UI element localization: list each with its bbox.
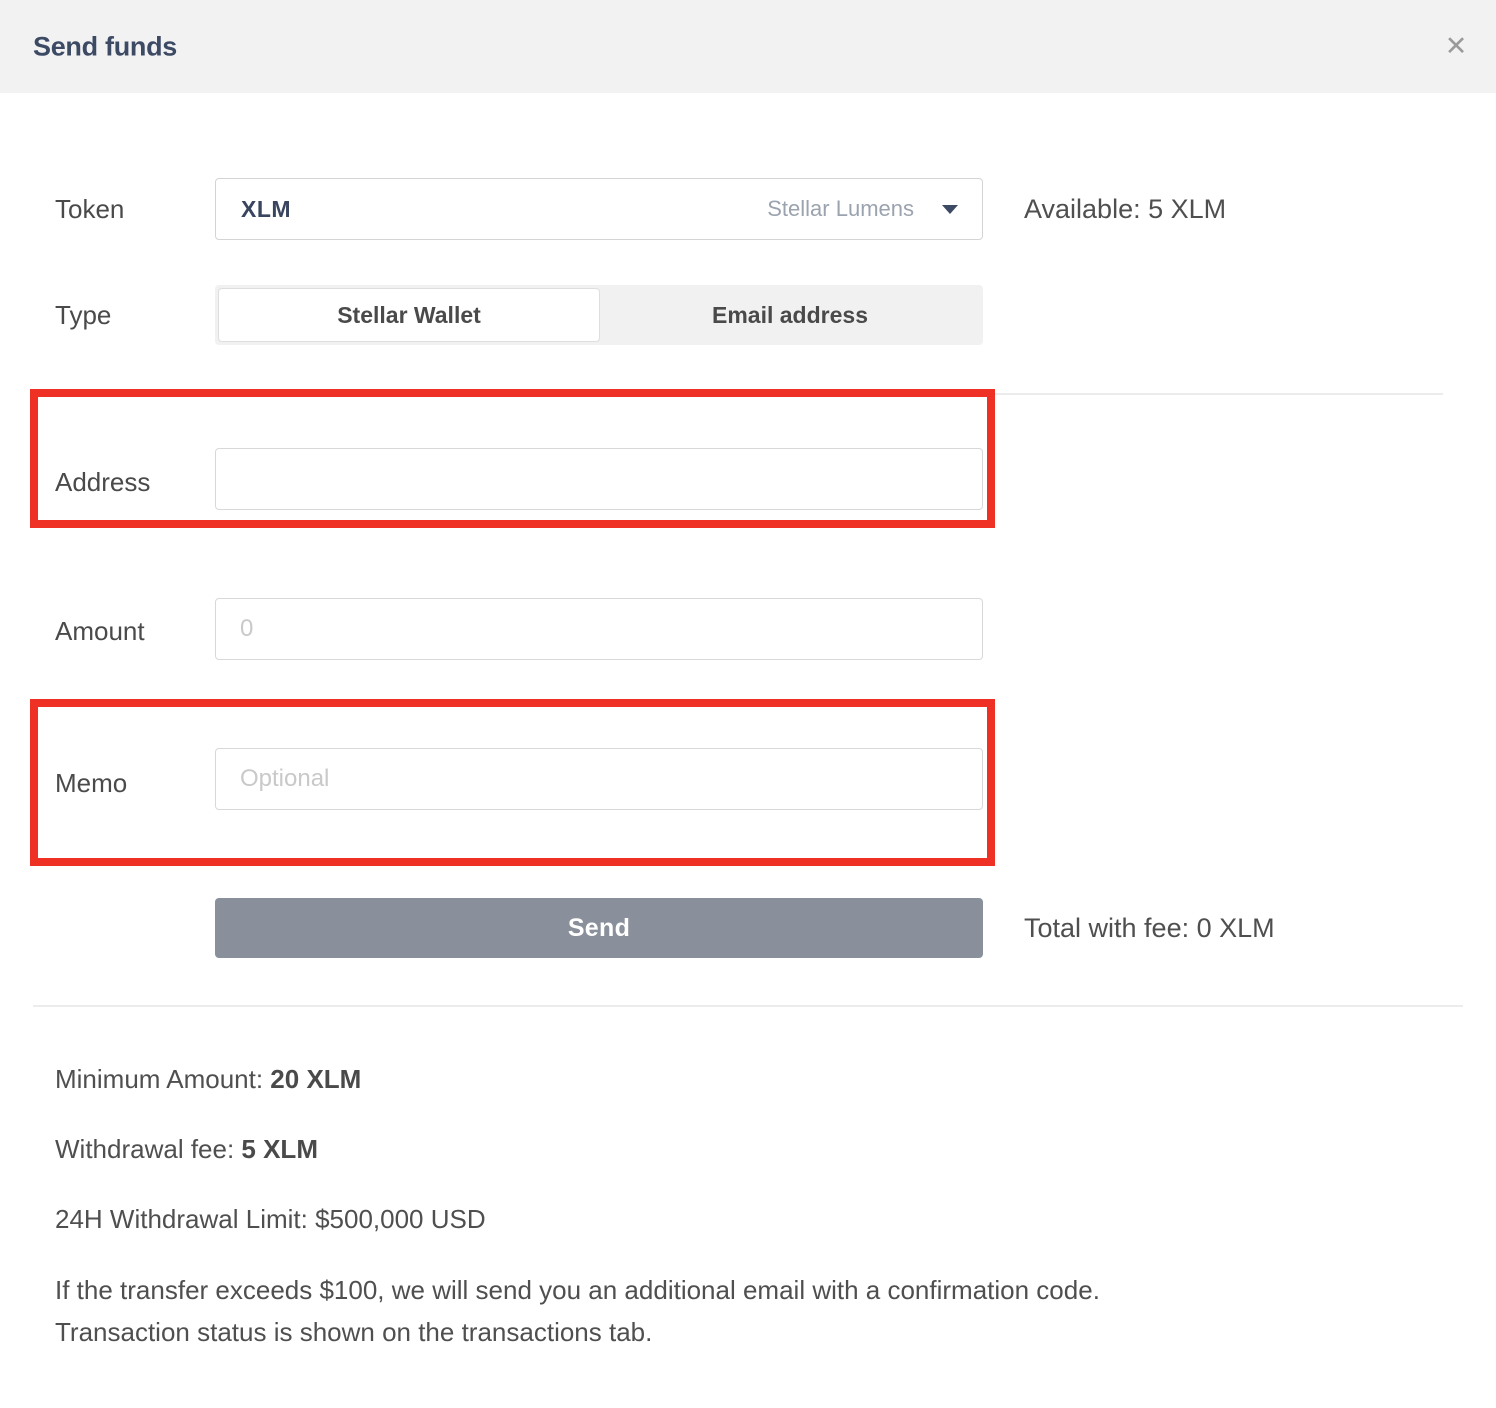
token-label: Token [55, 194, 124, 224]
total-with-fee: Total with fee: 0 XLM [1024, 912, 1275, 944]
type-segmented-control: Stellar Wallet Email address [215, 285, 983, 345]
token-select[interactable]: XLM Stellar Lumens [215, 178, 983, 240]
memo-input[interactable] [215, 748, 983, 810]
close-button[interactable]: ✕ [1434, 25, 1478, 69]
note-line-2: Transaction status is shown on the trans… [55, 1316, 652, 1348]
withdrawal-fee-label: Withdrawal fee: [55, 1134, 241, 1164]
token-symbol: XLM [241, 196, 291, 223]
close-icon: ✕ [1445, 33, 1468, 60]
address-input[interactable] [215, 448, 983, 510]
withdrawal-fee-value: 5 XLM [241, 1134, 318, 1164]
address-label: Address [55, 467, 150, 497]
divider [33, 1005, 1463, 1007]
chevron-down-icon [942, 205, 958, 214]
note-line-1: If the transfer exceeds $100, we will se… [55, 1274, 1100, 1306]
amount-input[interactable] [215, 598, 983, 660]
minimum-amount-value: 20 XLM [270, 1064, 361, 1094]
memo-label: Memo [55, 768, 127, 798]
page-title: Send funds [33, 31, 177, 62]
amount-label: Amount [55, 616, 145, 646]
segment-email-address[interactable]: Email address [600, 288, 980, 342]
minimum-amount-line: Minimum Amount: 20 XLM [55, 1063, 361, 1095]
withdrawal-limit-line: 24H Withdrawal Limit: $500,000 USD [55, 1203, 486, 1235]
send-button[interactable]: Send [215, 898, 983, 958]
divider [33, 393, 1443, 395]
type-label: Type [55, 300, 111, 330]
token-full-name: Stellar Lumens [767, 196, 914, 222]
minimum-amount-label: Minimum Amount: [55, 1064, 270, 1094]
send-funds-modal: Send funds ✕ Token XLM Stellar Lumens Av… [0, 0, 1496, 1408]
segment-stellar-wallet[interactable]: Stellar Wallet [218, 288, 600, 342]
modal-header: Send funds ✕ [0, 0, 1496, 93]
available-balance: Available: 5 XLM [1024, 193, 1226, 225]
withdrawal-fee-line: Withdrawal fee: 5 XLM [55, 1133, 318, 1165]
